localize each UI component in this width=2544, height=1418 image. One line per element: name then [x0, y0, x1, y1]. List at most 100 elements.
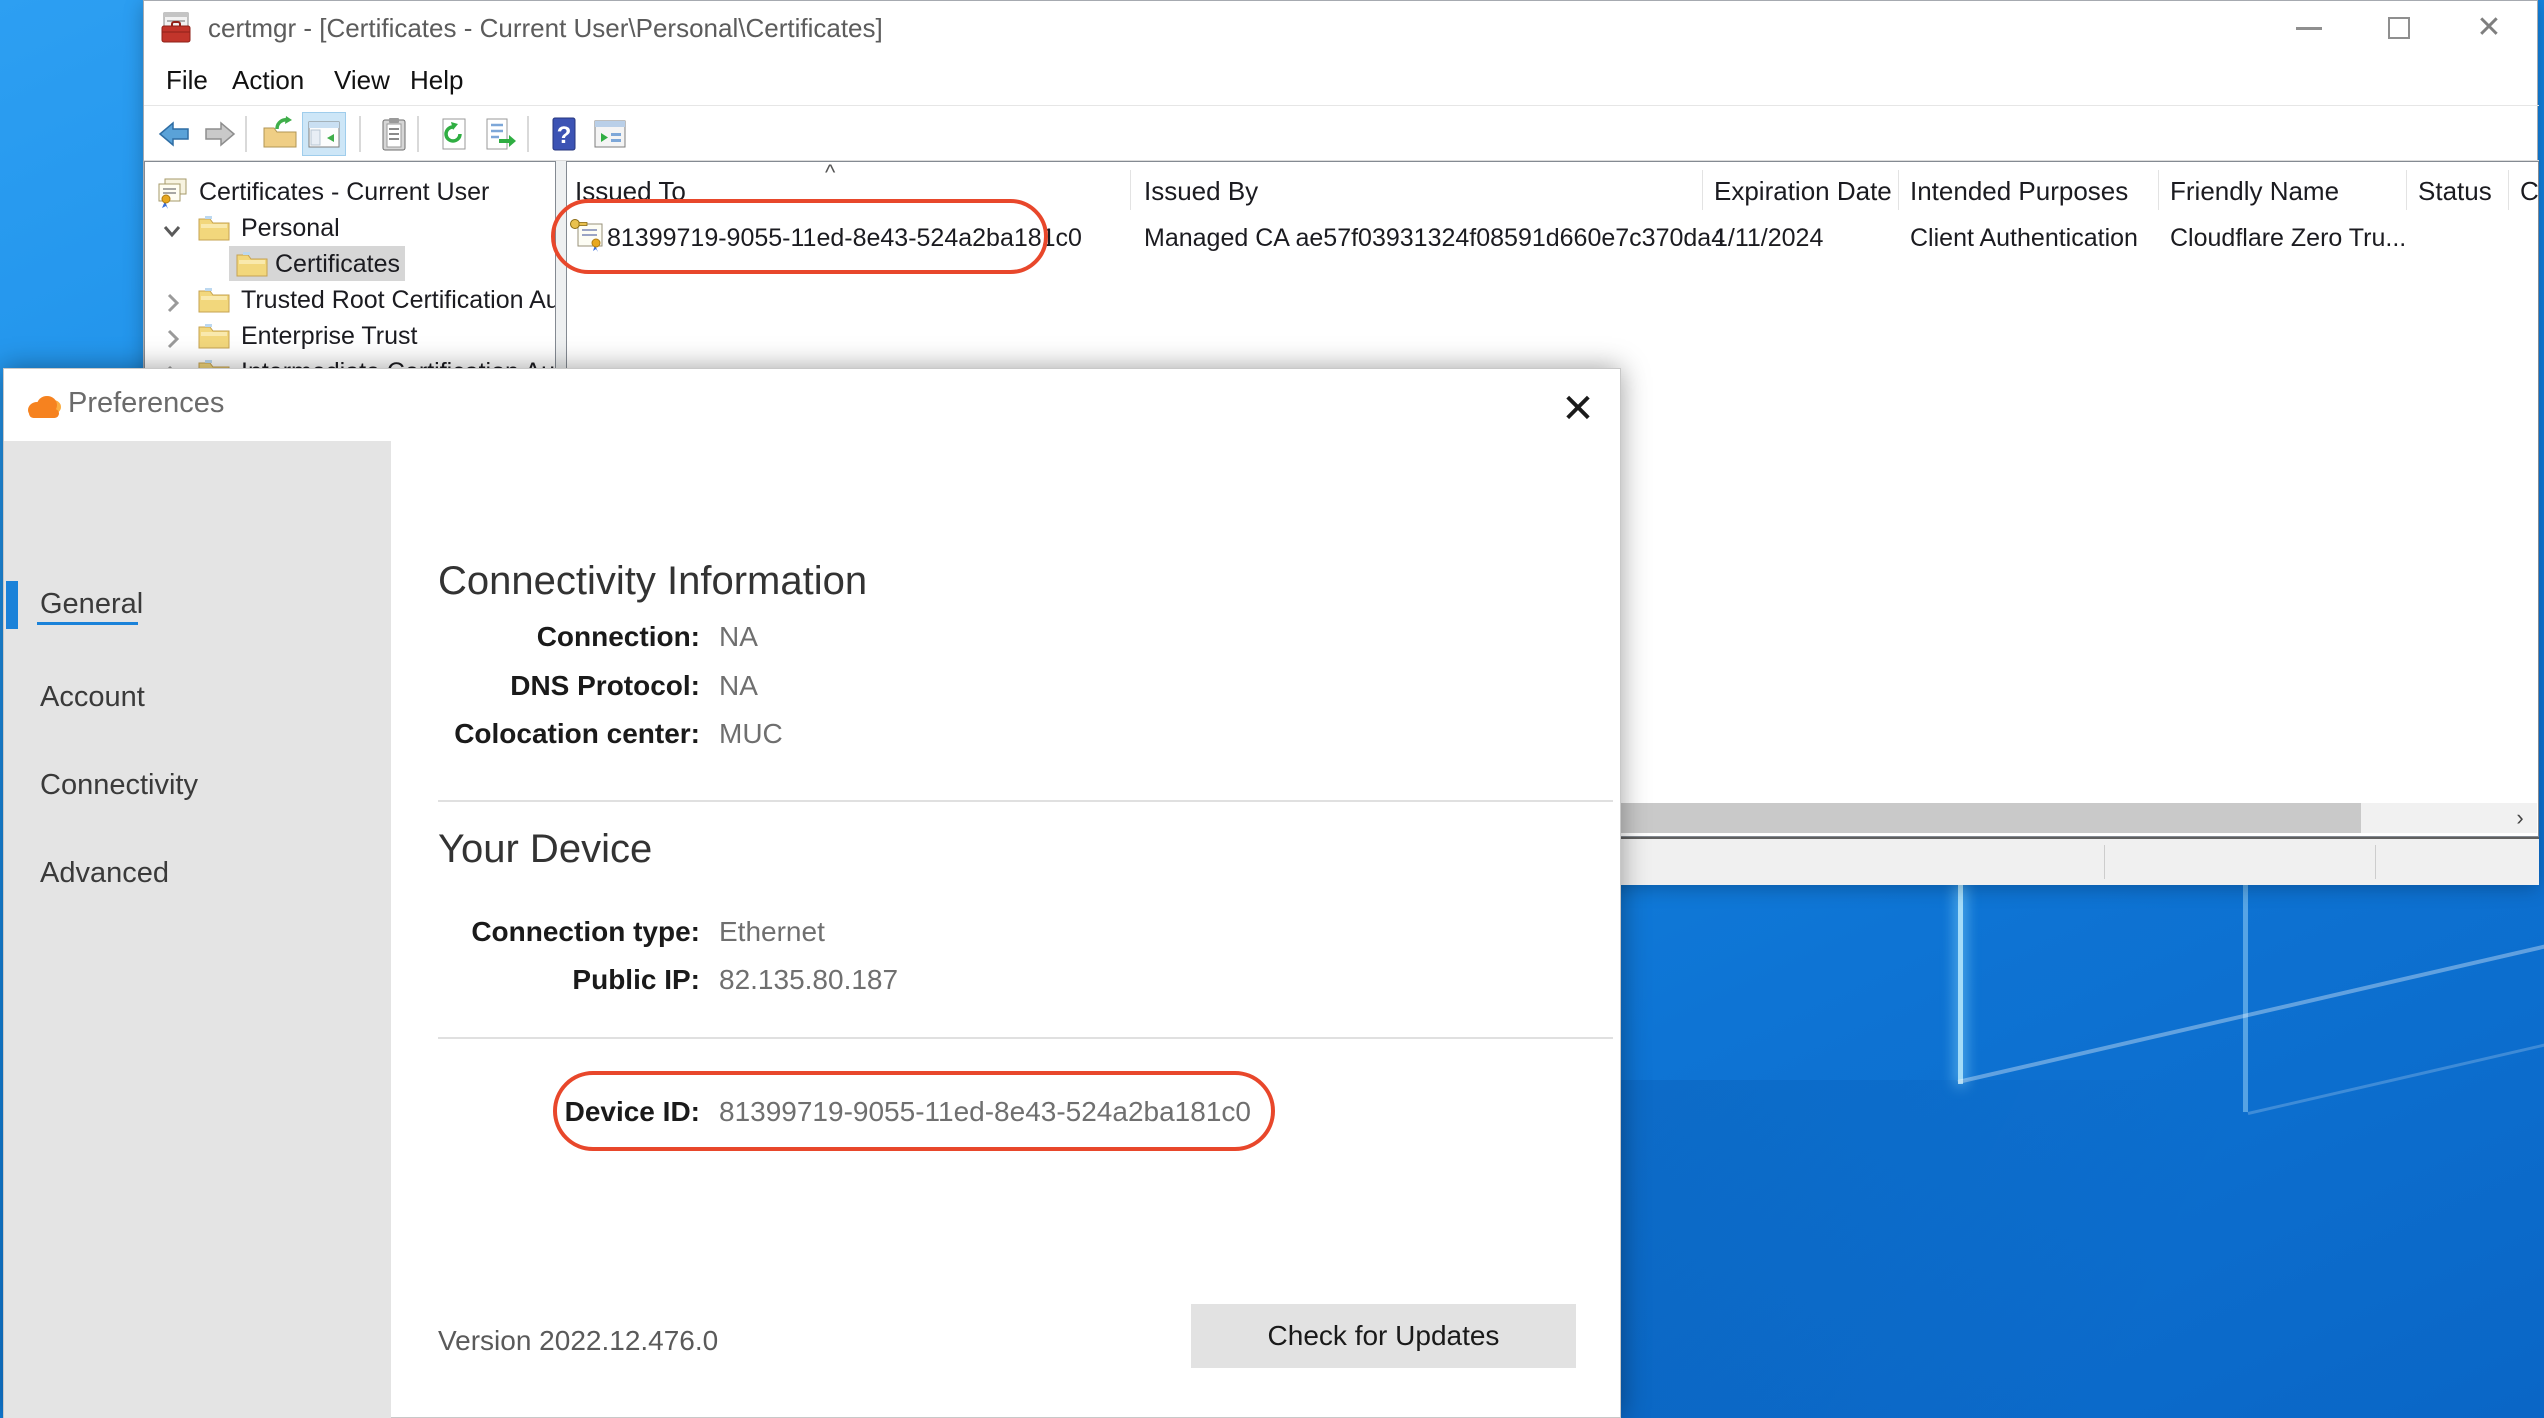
field-label-public-ip: Public IP: [300, 964, 700, 996]
check-for-updates-button[interactable]: Check for Updates [1191, 1304, 1576, 1368]
toolbar-separator [359, 116, 361, 152]
mmc-toolbox-icon [158, 10, 194, 46]
tree-label: Certificates - Current User [199, 175, 489, 209]
field-label-connection: Connection: [300, 621, 700, 653]
minimize-button[interactable] [2285, 1, 2333, 55]
version-text: Version 2022.12.476.0 [438, 1325, 718, 1357]
wallpaper-diagonal [1958, 936, 2544, 1084]
wallpaper-beam [1958, 884, 1963, 1084]
menu-view[interactable]: View [334, 55, 390, 105]
tree-row-root[interactable]: Certificates - Current User [145, 174, 556, 210]
folder-icon [235, 249, 269, 279]
menu-help[interactable]: Help [410, 55, 463, 105]
toolbar-separator [527, 116, 529, 152]
forward-button[interactable] [198, 112, 242, 156]
tree-row-enterprise-trust[interactable]: Enterprise Trust [145, 318, 556, 354]
field-value-connection: NA [719, 621, 758, 653]
close-icon: ✕ [1561, 386, 1595, 432]
folder-icon [197, 321, 231, 351]
field-value-colocation-center: MUC [719, 718, 783, 750]
tree-label: Personal [241, 211, 340, 245]
scrollbar-right-arrow[interactable]: › [2503, 803, 2537, 833]
chevron-down-icon[interactable] [159, 218, 185, 244]
status-bar-separator [2104, 845, 2105, 879]
window-title: certmgr - [Certificates - Current User\P… [208, 1, 883, 55]
minimize-icon [2296, 27, 2322, 30]
section-divider [438, 1037, 1613, 1039]
cell-friendly-name: Cloudflare Zero Tru... [2170, 224, 2406, 253]
export-list-icon [480, 114, 520, 154]
folder-icon [197, 213, 231, 243]
clipboard-button[interactable] [372, 112, 416, 156]
section-divider [438, 800, 1613, 802]
wallpaper-shade [1621, 1080, 2544, 1418]
preferences-titlebar[interactable]: Preferences ✕ [4, 369, 1622, 441]
export-list-button[interactable] [478, 112, 522, 156]
forward-arrow-icon [200, 114, 240, 154]
cell-intended-purposes: Client Authentication [1910, 224, 2138, 253]
close-button[interactable]: ✕ [2465, 1, 2513, 55]
check-for-updates-label: Check for Updates [1268, 1320, 1500, 1352]
show-console-tree-icon [304, 114, 344, 154]
certificate-store-icon [155, 177, 189, 209]
sidebar-item-connectivity[interactable]: Connectivity [40, 769, 198, 802]
cloudflare-cloud-icon [24, 391, 64, 421]
menu-file[interactable]: File [166, 55, 208, 105]
certmgr-titlebar[interactable]: certmgr - [Certificates - Current User\P… [144, 1, 2539, 55]
status-bar-separator [2375, 845, 2376, 879]
clipboard-icon [374, 114, 414, 154]
help-icon: ? [544, 114, 584, 154]
menu-action[interactable]: Action [232, 55, 304, 105]
sidebar-item-general[interactable]: General [40, 588, 143, 621]
section-heading-your-device: Your Device [438, 827, 652, 872]
refresh-button[interactable] [432, 112, 476, 156]
show-console-tree-button[interactable] [302, 112, 346, 156]
tree-label: Trusted Root Certification Au [241, 283, 556, 317]
new-console-window-icon [590, 114, 630, 154]
cell-expiration-date: 1/11/2024 [1714, 224, 1823, 253]
wallpaper-beam [2243, 884, 2248, 1112]
toolbar-separator [417, 116, 419, 152]
annotation-circle-device-id [553, 1071, 1275, 1151]
tree-row-certificates[interactable]: Certificates [145, 246, 556, 282]
tree-row-trusted-root[interactable]: Trusted Root Certification Au [145, 282, 556, 318]
field-value-dns-protocol: NA [719, 670, 758, 702]
chevron-right-icon: › [2516, 805, 2523, 831]
refresh-icon [434, 114, 474, 154]
new-console-window-button[interactable] [588, 112, 632, 156]
field-label-dns-protocol: DNS Protocol: [300, 670, 700, 702]
certmgr-toolbar: ? [144, 105, 2539, 161]
screen: certmgr - [Certificates - Current User\P… [0, 0, 2544, 1418]
maximize-icon [2388, 17, 2410, 39]
sidebar-item-account[interactable]: Account [40, 681, 145, 714]
preferences-window: Preferences ✕ General Account Connectivi… [3, 368, 1621, 1418]
field-value-connection-type: Ethernet [719, 916, 825, 948]
folder-icon [197, 285, 231, 315]
back-button[interactable] [152, 112, 196, 156]
field-label-colocation-center: Colocation center: [300, 718, 700, 750]
sidebar-selection-indicator [6, 581, 18, 629]
annotation-circle-issued-to [551, 199, 1048, 274]
tree-label: Certificates [275, 247, 400, 281]
tree-label: Enterprise Trust [241, 319, 417, 353]
field-label-connection-type: Connection type: [300, 916, 700, 948]
section-heading-connectivity: Connectivity Information [438, 559, 867, 604]
close-icon: ✕ [2476, 13, 2501, 43]
chevron-right-icon[interactable] [159, 290, 185, 316]
back-arrow-icon [154, 114, 194, 154]
sidebar-item-advanced[interactable]: Advanced [40, 857, 169, 890]
cell-issued-by: Managed CA ae57f03931324f08591d660e7c370… [1144, 224, 1725, 253]
chevron-right-icon[interactable] [159, 326, 185, 352]
certmgr-menubar: File Action View Help [144, 55, 2539, 105]
preferences-title: Preferences [68, 387, 224, 420]
maximize-button[interactable] [2375, 1, 2423, 55]
tree-row-personal[interactable]: Personal [145, 210, 556, 246]
svg-text:?: ? [557, 122, 572, 149]
preferences-close-button[interactable]: ✕ [1552, 383, 1604, 435]
field-value-public-ip: 82.135.80.187 [719, 964, 898, 996]
sidebar-selection-underline [37, 622, 138, 625]
export-folder-icon [260, 114, 300, 154]
help-button[interactable]: ? [542, 112, 586, 156]
toolbar-separator [245, 116, 247, 152]
export-folder-button[interactable] [258, 112, 302, 156]
